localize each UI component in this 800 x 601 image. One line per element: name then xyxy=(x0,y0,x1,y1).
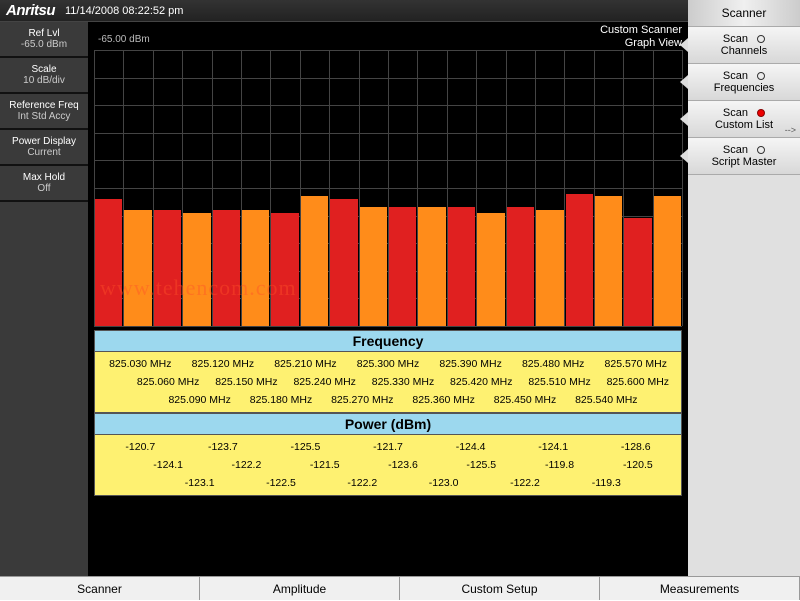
bottom-softkey-bar: ScannerAmplitudeCustom SetupMeasurements xyxy=(0,576,800,600)
power-cell: -124.1 xyxy=(129,456,207,474)
frequency-cell: 825.600 MHz xyxy=(599,373,677,391)
bottom-softkey-amplitude[interactable]: Amplitude xyxy=(200,577,400,600)
power-cell: -125.5 xyxy=(264,438,347,456)
left-softkey-2[interactable]: Reference FreqInt Std Accy xyxy=(0,94,88,130)
frequency-cell: 825.240 MHz xyxy=(286,373,364,391)
frequency-panel-title: Frequency xyxy=(94,330,682,352)
power-cell: -122.5 xyxy=(240,474,321,492)
bottom-softkey-measurements[interactable]: Measurements xyxy=(600,577,800,600)
power-cell: -128.6 xyxy=(594,438,677,456)
bar-17 xyxy=(594,50,623,326)
power-cell: -122.2 xyxy=(322,474,403,492)
bar-16 xyxy=(565,50,594,326)
frequency-panel: 825.030 MHz825.120 MHz825.210 MHz825.300… xyxy=(94,352,682,413)
power-cell: -121.7 xyxy=(347,438,430,456)
bar-8 xyxy=(329,50,358,326)
bar-2 xyxy=(153,50,182,326)
power-cell: -124.4 xyxy=(429,438,512,456)
power-cell: -119.8 xyxy=(520,456,598,474)
power-cell: -123.6 xyxy=(364,456,442,474)
brand-logo: Anritsu xyxy=(6,2,55,19)
header-bar: Anritsu 11/14/2008 08:22:52 pm Remote xyxy=(0,0,800,22)
status-dot-icon xyxy=(757,72,765,80)
power-cell: -121.5 xyxy=(286,456,364,474)
scanner-bar-chart: -65.00 dBm xyxy=(94,50,682,326)
bar-12 xyxy=(447,50,476,326)
frequency-cell: 825.390 MHz xyxy=(429,355,512,373)
left-softkey-menu: Ref Lvl-65.0 dBmScale10 dB/divReference … xyxy=(0,22,88,576)
bar-10 xyxy=(388,50,417,326)
bar-6 xyxy=(270,50,299,326)
power-panel: -120.7-123.7-125.5-121.7-124.4-124.1-128… xyxy=(94,435,682,496)
power-cell: -123.7 xyxy=(182,438,265,456)
frequency-cell: 825.060 MHz xyxy=(129,373,207,391)
power-cell: -123.1 xyxy=(159,474,240,492)
right-softkey-custom-list[interactable]: Scan Custom List--> xyxy=(688,101,800,138)
frequency-cell: 825.570 MHz xyxy=(594,355,677,373)
frequency-cell: 825.450 MHz xyxy=(484,391,565,409)
status-dot-icon xyxy=(757,109,765,117)
bar-13 xyxy=(476,50,505,326)
power-cell: -120.5 xyxy=(599,456,677,474)
frequency-cell: 825.090 MHz xyxy=(159,391,240,409)
frequency-cell: 825.480 MHz xyxy=(512,355,595,373)
frequency-cell: 825.210 MHz xyxy=(264,355,347,373)
bar-14 xyxy=(506,50,535,326)
left-softkey-1[interactable]: Scale10 dB/div xyxy=(0,58,88,94)
frequency-cell: 825.330 MHz xyxy=(364,373,442,391)
bar-11 xyxy=(417,50,446,326)
frequency-cell: 825.180 MHz xyxy=(240,391,321,409)
bar-18 xyxy=(623,50,652,326)
power-cell: -125.5 xyxy=(442,456,520,474)
left-softkey-4[interactable]: Max HoldOff xyxy=(0,166,88,202)
frequency-cell: 825.270 MHz xyxy=(322,391,403,409)
power-cell: -119.3 xyxy=(566,474,647,492)
power-cell: -120.7 xyxy=(99,438,182,456)
frequency-cell: 825.540 MHz xyxy=(566,391,647,409)
ref-level-label: -65.00 dBm xyxy=(98,34,150,45)
power-cell: -122.2 xyxy=(484,474,565,492)
status-dot-icon xyxy=(757,35,765,43)
bar-7 xyxy=(300,50,329,326)
right-softkey-channels[interactable]: Scan Channels xyxy=(688,27,800,64)
submenu-arrow-icon: --> xyxy=(785,125,796,135)
right-menu-title: Scanner xyxy=(688,0,800,27)
bar-19 xyxy=(653,50,682,326)
left-softkey-0[interactable]: Ref Lvl-65.0 dBm xyxy=(0,22,88,58)
datetime-label: 11/14/2008 08:22:52 pm xyxy=(65,5,183,17)
frequency-cell: 825.420 MHz xyxy=(442,373,520,391)
bar-4 xyxy=(212,50,241,326)
power-cell: -123.0 xyxy=(403,474,484,492)
power-cell: -122.2 xyxy=(207,456,285,474)
status-dot-icon xyxy=(757,146,765,154)
right-softkey-script-master[interactable]: Scan Script Master xyxy=(688,138,800,175)
bar-5 xyxy=(241,50,270,326)
right-softkey-menu: Scanner Scan ChannelsScan FrequenciesSca… xyxy=(688,0,800,600)
bottom-softkey-scanner[interactable]: Scanner xyxy=(0,577,200,600)
bar-3 xyxy=(182,50,211,326)
frequency-cell: 825.150 MHz xyxy=(207,373,285,391)
frequency-cell: 825.300 MHz xyxy=(347,355,430,373)
frequency-cell: 825.120 MHz xyxy=(182,355,265,373)
mode-label: Custom Scanner Graph View xyxy=(600,24,682,50)
power-cell: -124.1 xyxy=(512,438,595,456)
bar-1 xyxy=(123,50,152,326)
bar-15 xyxy=(535,50,564,326)
frequency-cell: 825.360 MHz xyxy=(403,391,484,409)
bar-0 xyxy=(94,50,123,326)
right-softkey-frequencies[interactable]: Scan Frequencies xyxy=(688,64,800,101)
bottom-softkey-custom-setup[interactable]: Custom Setup xyxy=(400,577,600,600)
frequency-cell: 825.510 MHz xyxy=(520,373,598,391)
power-panel-title: Power (dBm) xyxy=(94,413,682,435)
left-softkey-3[interactable]: Power DisplayCurrent xyxy=(0,130,88,166)
frequency-cell: 825.030 MHz xyxy=(99,355,182,373)
bar-9 xyxy=(359,50,388,326)
